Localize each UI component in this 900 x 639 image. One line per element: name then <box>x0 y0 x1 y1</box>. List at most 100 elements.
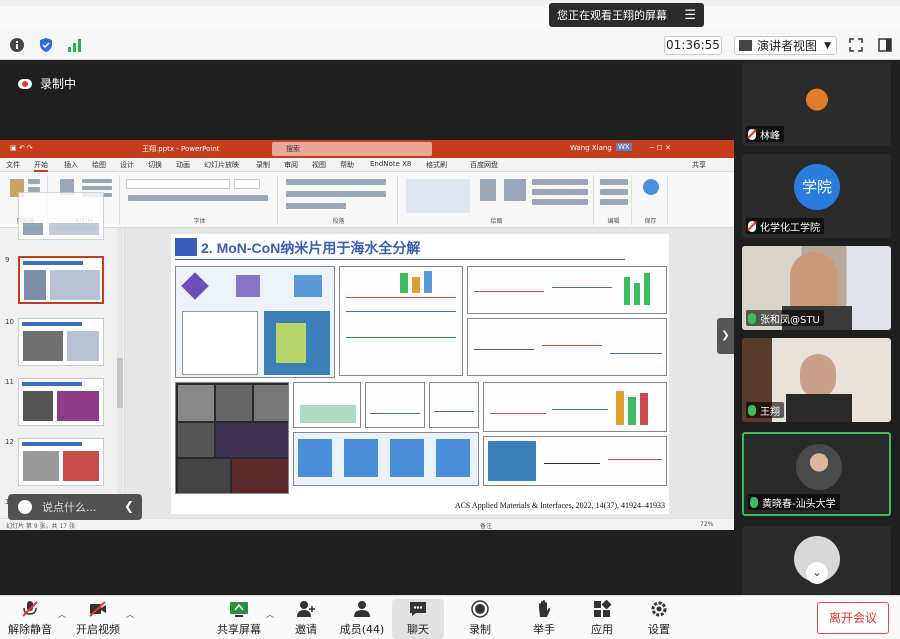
chevron-down-icon: ▼ <box>824 40 831 51</box>
slide-thumbnail[interactable] <box>18 378 104 426</box>
video-off-icon <box>89 601 106 617</box>
speaker-view-button[interactable]: 演讲者视图 ▼ <box>734 36 837 55</box>
hamburger-icon[interactable]: ☰ <box>684 8 696 23</box>
settings-button[interactable]: 设置 <box>633 599 685 639</box>
participant-tile[interactable]: 王翔 <box>742 338 891 422</box>
slide-thumbnail[interactable] <box>18 318 104 366</box>
ribbon-editing[interactable]: 编辑 <box>596 175 632 225</box>
members-label: 成员(44) <box>339 623 385 636</box>
mic-on-icon <box>748 312 756 324</box>
chevron-left-icon[interactable]: ❮ <box>124 499 134 513</box>
ppt-menu-record[interactable]: 录制 <box>256 160 270 170</box>
ppt-share-button[interactable]: 共享 <box>692 160 706 170</box>
ppt-menu-home[interactable]: 开始 <box>34 160 48 172</box>
viewing-share-label: 您正在观看王翔的屏幕 <box>557 9 667 22</box>
participant-tile[interactable]: 学院 化学化工学院 <box>742 154 891 238</box>
members-button[interactable]: 成员(44) <box>336 599 388 639</box>
record-button[interactable]: 录制 <box>454 599 506 639</box>
invite-button[interactable]: 邀请 <box>280 599 332 639</box>
chat-quick-input[interactable]: 说点什么... ❮ <box>8 494 142 520</box>
status-notes-button[interactable]: 备注 <box>480 521 492 530</box>
participant-tile-active-speaker[interactable]: 黄晓春-汕头大学 <box>742 432 891 516</box>
ribbon-paragraph[interactable]: 段落 <box>280 175 398 225</box>
record-label: 录制 <box>469 623 491 636</box>
participant-tile[interactable]: 张和凤@STU <box>742 246 891 330</box>
stability-panel <box>483 436 667 486</box>
ppt-menu-format-painter[interactable]: 格式刷 <box>426 160 447 170</box>
unmute-button[interactable]: 解除静音 <box>4 599 56 639</box>
chevron-up-icon[interactable]: ︿ <box>126 609 134 620</box>
avatar <box>794 72 840 118</box>
leave-meeting-button[interactable]: 离开会议 <box>817 602 889 634</box>
powerpoint-window: ▣ ↶ ↷ 王翔.pptx - PowerPoint 搜索 Wang Xiang… <box>0 140 734 530</box>
ppt-search-box[interactable]: 搜索 <box>272 142 432 156</box>
slide-thumbnail-selected[interactable] <box>18 256 104 304</box>
oer-charts-panel <box>467 266 667 314</box>
collapse-panel-tab[interactable]: ❯ <box>717 318 734 354</box>
eis-charts-panel <box>467 318 667 376</box>
meeting-controls: 解除静音 ︿ 开启视频 ︿ 共享屏幕 ︿ 邀请 成员(44) 聊天 录制 举手 … <box>0 595 900 639</box>
ppt-menu-baidu[interactable]: 百度网盘 <box>470 160 498 170</box>
ribbon-font[interactable]: 字体 <box>122 175 278 225</box>
raise-hand-button[interactable]: 举手 <box>518 599 570 639</box>
participants-panel: 林峰 学院 化学化工学院 张和凤@STU 王翔 黄晓春-汕头大学 ⌄ <box>734 60 900 595</box>
sidebar-toggle-icon[interactable] <box>877 37 893 53</box>
meeting-toolbar: 01:36:55 演讲者视图 ▼ <box>0 30 900 60</box>
participant-name: 王翔 <box>760 406 780 418</box>
mic-on-icon <box>750 496 758 508</box>
thumbs-scrollbar[interactable] <box>117 228 123 518</box>
ppt-menu-file[interactable]: 文件 <box>6 160 20 170</box>
slide-thumbnail[interactable] <box>18 192 104 240</box>
slide-canvas: 2. MoN-CoN纳米片用于海水全分解 ACS Applied Materia… <box>125 228 734 518</box>
slide-thumbnail[interactable] <box>18 438 104 486</box>
ppt-menu-animations[interactable]: 动画 <box>176 160 190 170</box>
ppt-ribbon: 剪贴板 幻灯片 字体 段落 <box>0 172 734 228</box>
participant-tile[interactable]: 林峰 <box>742 62 891 146</box>
share-screen-button[interactable]: 共享屏幕 <box>213 599 265 639</box>
participant-tile[interactable]: ⌄ <box>742 526 891 595</box>
start-video-button[interactable]: 开启视频 <box>72 599 124 639</box>
ppt-menu-insert[interactable]: 插入 <box>64 160 78 170</box>
chat-label: 聊天 <box>407 623 429 636</box>
chevron-down-icon[interactable]: ⌄ <box>806 562 828 584</box>
her-charts-panel <box>339 266 463 376</box>
ppt-user-avatar[interactable]: WX <box>616 143 632 151</box>
ppt-menu-endnote[interactable]: EndNote X8 <box>370 160 411 168</box>
chat-button[interactable]: 聊天 <box>392 599 444 639</box>
status-zoom[interactable]: 72% <box>700 521 713 528</box>
chevron-up-icon[interactable]: ︿ <box>266 609 274 620</box>
overall-splitting-panel <box>483 382 667 432</box>
participant-name: 黄晓春-汕头大学 <box>762 498 836 510</box>
signal-icon[interactable] <box>67 37 83 53</box>
ppt-menu-slideshow[interactable]: 幻灯片放映 <box>204 160 239 170</box>
mic-on-icon <box>748 404 756 416</box>
ppt-save-icon[interactable]: ▣ ↶ ↷ <box>10 144 33 152</box>
thumb-number: 11 <box>5 378 14 386</box>
ribbon-drawing[interactable]: 绘图 <box>400 175 594 225</box>
thumb-number: 10 <box>5 318 14 326</box>
ppt-menu-view[interactable]: 视图 <box>312 160 326 170</box>
ribbon-drawing-label: 绘图 <box>490 218 503 225</box>
start-video-label: 开启视频 <box>76 623 120 636</box>
ppt-menu-help[interactable]: 帮助 <box>340 160 354 170</box>
fullscreen-icon[interactable] <box>848 37 864 53</box>
info-icon[interactable] <box>9 37 25 53</box>
shield-icon[interactable] <box>38 37 54 53</box>
viewing-share-banner[interactable]: 您正在观看王翔的屏幕 ☰ <box>549 3 704 27</box>
mic-muted-icon <box>748 128 756 140</box>
apps-button[interactable]: 应用 <box>576 599 628 639</box>
share-screen-label: 共享屏幕 <box>217 623 261 636</box>
chevron-up-icon[interactable]: ︿ <box>58 609 66 620</box>
chat-quick-placeholder: 说点什么... <box>42 501 97 514</box>
apps-label: 应用 <box>591 623 613 636</box>
ppt-window-controls[interactable]: ─ ☐ ✕ <box>650 144 671 152</box>
ribbon-save[interactable]: 保存 <box>634 175 668 225</box>
thumb-number: 9 <box>5 256 10 264</box>
share-screen-icon <box>230 602 248 617</box>
ppt-menu-design[interactable]: 设计 <box>120 160 134 170</box>
ppt-menu-review[interactable]: 审阅 <box>284 160 298 170</box>
grid-icon <box>739 40 752 51</box>
comment-icon <box>18 500 32 514</box>
ppt-menu-draw[interactable]: 绘图 <box>92 160 106 170</box>
ppt-menu-transitions[interactable]: 切换 <box>148 160 162 170</box>
